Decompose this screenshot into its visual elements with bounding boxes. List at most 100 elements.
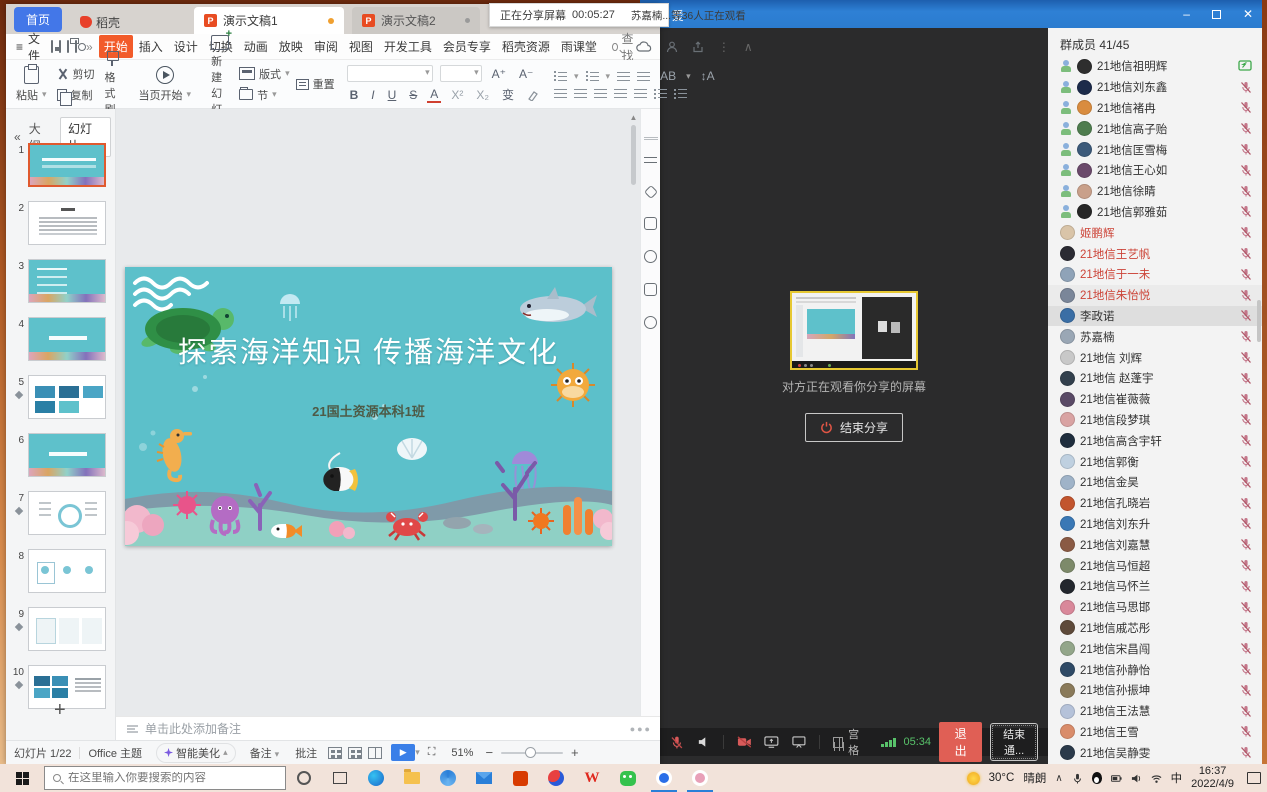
ribbon-tab[interactable]: 审阅 — [309, 35, 343, 58]
decrease-indent-icon[interactable] — [617, 71, 630, 82]
member-row[interactable]: 21地信孙振坤 — [1048, 680, 1262, 701]
docer-tab[interactable]: 稻壳 — [66, 10, 134, 34]
slide-thumbnail[interactable] — [28, 665, 106, 709]
member-row[interactable]: 21地信戚芯彤 — [1048, 618, 1262, 639]
member-row[interactable]: 21地信段梦琪 — [1048, 410, 1262, 431]
subscript-button[interactable]: X₂ — [473, 88, 492, 102]
member-row[interactable]: 21地信祖明辉 — [1048, 56, 1262, 77]
export-icon[interactable] — [59, 40, 61, 53]
camera-off-icon[interactable] — [737, 735, 752, 749]
notes-more-dots[interactable]: ●●● — [630, 724, 660, 734]
maximize-button[interactable] — [1212, 10, 1221, 19]
slide-thumbnail-row[interactable]: 8 — [6, 549, 116, 607]
member-row[interactable]: 21地信郭衡 — [1048, 451, 1262, 472]
ribbon-tab[interactable]: 插入 — [134, 35, 168, 58]
slide-editor[interactable]: 探索海洋知识 传播海洋文化 21国土资源本科1班 — [125, 267, 612, 546]
play-from-current-button[interactable]: 当页开始▾ — [135, 66, 196, 103]
qq-app-icon[interactable] — [682, 764, 718, 792]
weather-text[interactable]: 晴朗 — [1023, 770, 1046, 786]
beautify-icon[interactable] — [643, 185, 657, 199]
ribbon-tab[interactable]: 视图 — [344, 35, 378, 58]
italic-button[interactable]: I — [368, 88, 377, 102]
member-row[interactable]: 21地信徐睛 — [1048, 181, 1262, 202]
tray-mic-icon[interactable] — [1072, 773, 1083, 784]
members-scrollbar[interactable] — [1257, 300, 1261, 342]
theme-name[interactable]: Office 主题 — [80, 745, 150, 761]
grid-view-button[interactable]: 宫格 — [833, 726, 868, 758]
slide-thumbnail[interactable] — [28, 201, 106, 245]
ribbon-tab[interactable]: 雨课堂 — [556, 35, 602, 58]
wps-icon[interactable]: W — [574, 764, 610, 792]
add-slide-button[interactable]: + — [54, 699, 66, 722]
font-size-combo[interactable] — [440, 65, 482, 82]
align-center-icon[interactable] — [574, 88, 587, 99]
find-button[interactable]: 查找 — [612, 30, 636, 64]
ime-indicator[interactable]: 中 — [1171, 770, 1183, 786]
member-row[interactable]: 21地信刘东鑫 — [1048, 77, 1262, 98]
notes-toggle[interactable]: 备注 ▾ — [242, 745, 288, 761]
learning-app-icon[interactable] — [538, 764, 574, 792]
member-row[interactable]: 21地信金昊 — [1048, 472, 1262, 493]
member-row[interactable]: 李政诺 — [1048, 306, 1262, 327]
meeting-app-icon[interactable] — [646, 764, 682, 792]
fit-slide-icon[interactable]: ⛶ — [420, 746, 444, 759]
help-clock-icon[interactable] — [644, 250, 657, 263]
action-center-icon[interactable] — [1247, 772, 1261, 784]
share-screen-icon[interactable] — [764, 735, 779, 749]
align-right-icon[interactable] — [594, 88, 607, 99]
notes-bar[interactable]: 单击此处添加备注 ●●● — [116, 716, 660, 740]
superscript-button[interactable]: X² — [448, 88, 466, 102]
ribbon-tab[interactable]: 动画 — [239, 35, 273, 58]
rail-handle[interactable] — [644, 137, 658, 140]
taskbar-search[interactable] — [44, 766, 286, 790]
ribbon-tab[interactable]: 稻壳资源 — [497, 35, 555, 58]
member-row[interactable]: 21地信孔晓岩 — [1048, 493, 1262, 514]
member-row[interactable]: 21地信朱怡悦 — [1048, 285, 1262, 306]
ribbon-tab[interactable]: 放映 — [274, 35, 308, 58]
end-call-button[interactable]: 结束通... — [990, 723, 1038, 761]
home-tab[interactable]: 首页 — [14, 7, 62, 32]
print-preview-icon[interactable] — [75, 40, 77, 53]
member-row[interactable]: 21地信高子贻 — [1048, 118, 1262, 139]
slide-thumbnail[interactable] — [28, 259, 106, 303]
member-row[interactable]: 21地信郭雅茹 — [1048, 202, 1262, 223]
edge-browser-icon[interactable] — [358, 764, 394, 792]
line-spacing-icon[interactable] — [654, 88, 667, 99]
ribbon-tab[interactable]: 开发工具 — [379, 35, 437, 58]
member-row[interactable]: 苏嘉楠 — [1048, 326, 1262, 347]
font-name-combo[interactable] — [347, 65, 433, 82]
slideshow-button[interactable]: ▶ — [391, 744, 415, 761]
increase-indent-icon[interactable] — [637, 71, 650, 82]
start-button[interactable] — [0, 764, 44, 792]
smart-beautify-button[interactable]: 智能美化▴ — [156, 743, 236, 763]
slide-thumbnail-row[interactable]: 1 — [6, 143, 116, 201]
grow-font-button[interactable]: A⁺ — [489, 67, 509, 81]
office-icon[interactable] — [502, 764, 538, 792]
slide-title[interactable]: 探索海洋知识 传播海洋文化 — [125, 329, 612, 371]
network-icon[interactable] — [1151, 773, 1162, 784]
close-button[interactable]: ✕ — [1243, 8, 1253, 20]
speaker-icon[interactable] — [697, 735, 710, 749]
member-row[interactable]: 21地信马怀兰 — [1048, 576, 1262, 597]
member-row[interactable]: 21地信刘嘉慧 — [1048, 534, 1262, 555]
member-row[interactable]: 21地信高含宇轩 — [1048, 430, 1262, 451]
properties-icon[interactable] — [644, 154, 657, 167]
sort-text-button[interactable]: ↕A — [698, 69, 718, 83]
zoom-in-button[interactable]: + — [567, 745, 583, 760]
qq-tray-icon[interactable] — [1092, 772, 1102, 784]
end-share-button[interactable]: 结束分享 — [805, 413, 903, 442]
search-input[interactable] — [68, 772, 258, 784]
slide-thumbnail-row[interactable]: 9 — [6, 607, 116, 665]
layout-button[interactable]: 版式▾ — [239, 66, 290, 82]
shared-screen-preview[interactable] — [790, 291, 918, 370]
minimize-button[interactable]: – — [1183, 8, 1190, 20]
resource-box-icon[interactable] — [644, 283, 657, 296]
text-direction-button[interactable]: AB — [657, 69, 679, 83]
member-row[interactable]: 21地信匡雪梅 — [1048, 139, 1262, 160]
align-left-icon[interactable] — [554, 88, 567, 99]
normal-view-icon[interactable] — [328, 747, 342, 759]
mail-icon[interactable] — [466, 764, 502, 792]
reset-button[interactable]: 重置 — [296, 76, 335, 92]
member-row[interactable]: 21地信王心如 — [1048, 160, 1262, 181]
member-row[interactable]: 21地信褚冉 — [1048, 98, 1262, 119]
